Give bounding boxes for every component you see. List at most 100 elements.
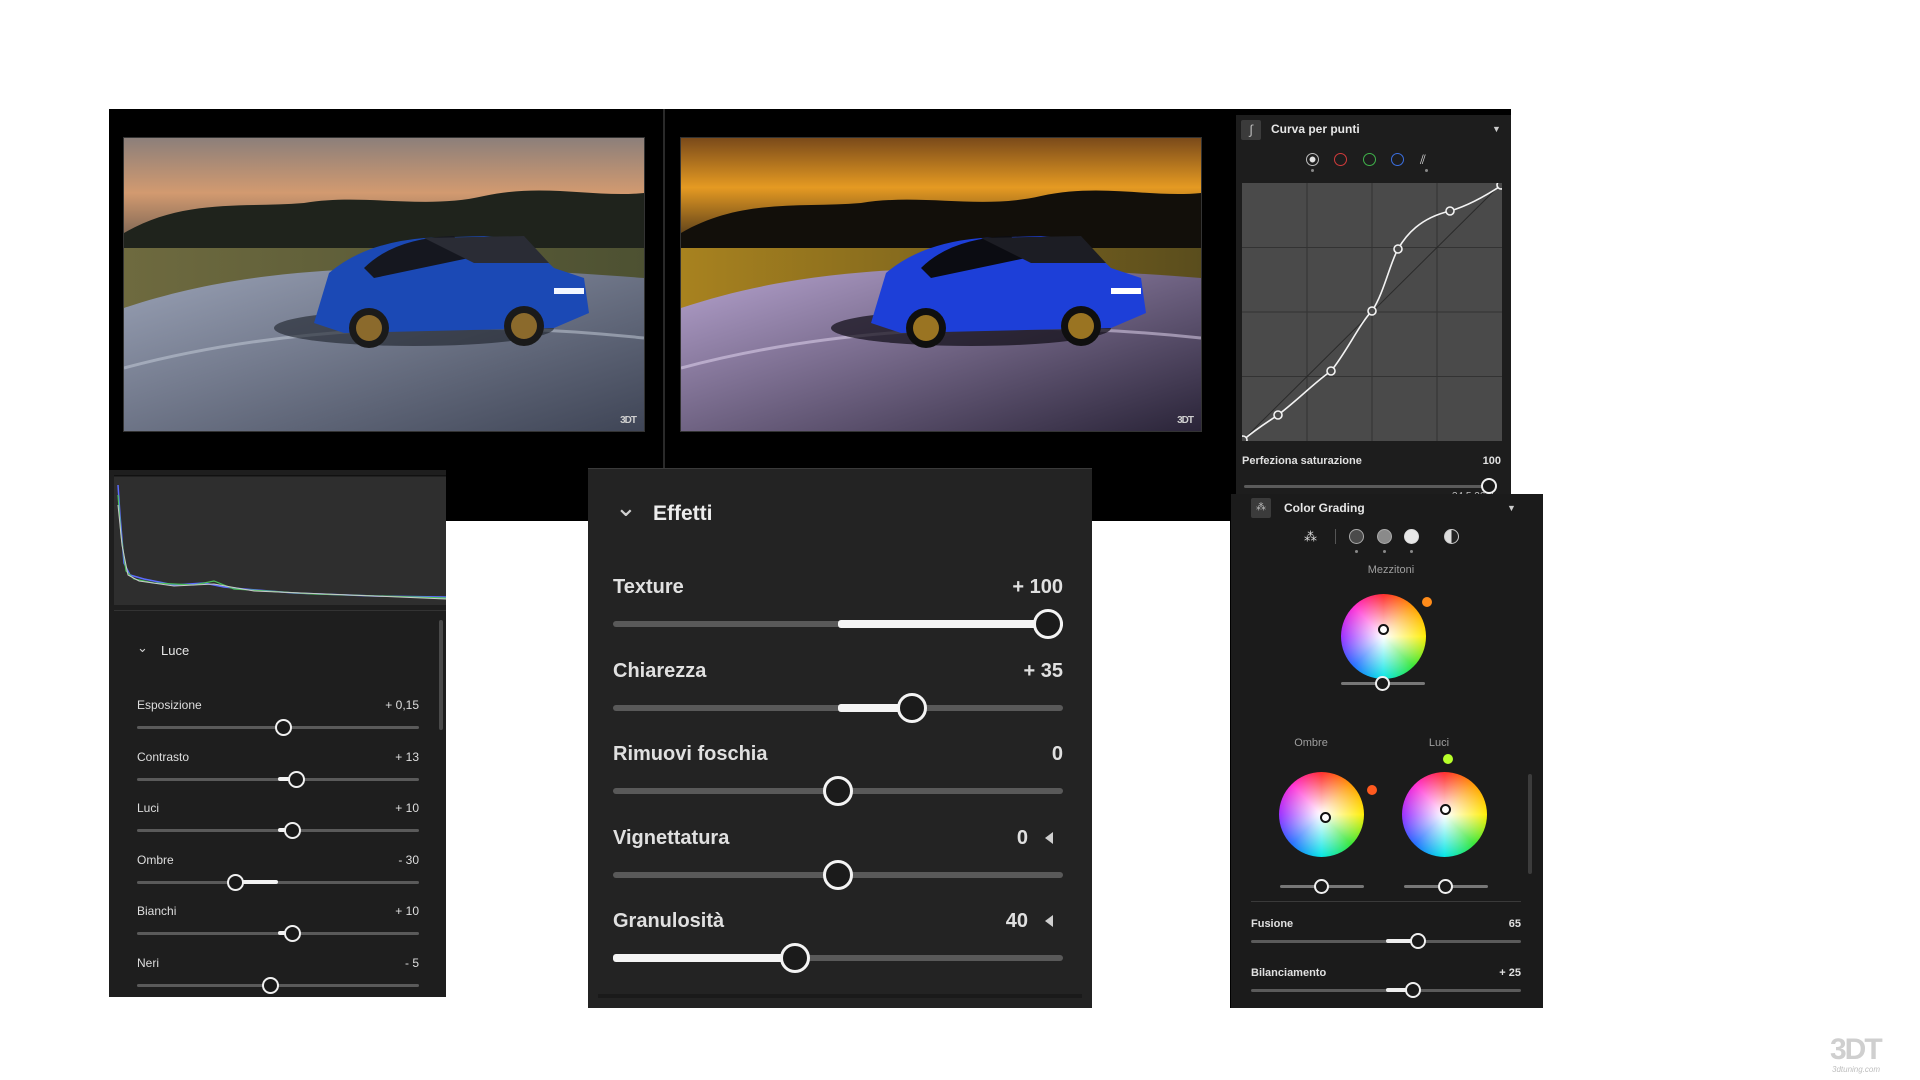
slider-value[interactable]: + 10: [395, 801, 419, 815]
slider-knob[interactable]: [1438, 879, 1453, 894]
slider-label: Granulosità: [613, 910, 725, 932]
effects-panel: ⌄ Effetti Texture + 100 Chiarezza + 35 Rimuo…: [588, 468, 1092, 1008]
after-photo: 3DT: [680, 137, 1202, 432]
indicator-dot: [1383, 550, 1386, 553]
slider-knob[interactable]: [1410, 933, 1427, 949]
slider-knob[interactable]: [1033, 609, 1063, 639]
channel-red[interactable]: [1334, 153, 1347, 166]
indicator-dot: [1355, 550, 1358, 553]
light-slider-row: Luci + 10: [137, 801, 419, 851]
scrollbar[interactable]: [439, 620, 443, 730]
slider-knob[interactable]: [262, 976, 280, 994]
slider-knob[interactable]: [823, 859, 853, 890]
slider-knob[interactable]: [275, 719, 293, 736]
slider-value[interactable]: 0: [1017, 827, 1028, 850]
midtones-color-wheel[interactable]: [1341, 594, 1426, 679]
curve-icon[interactable]: ∫: [1241, 120, 1261, 140]
midtones-hue-indicator[interactable]: [1422, 597, 1432, 607]
highlights-hue-indicator[interactable]: [1443, 754, 1453, 764]
collapse-arrow-icon[interactable]: [1045, 915, 1053, 927]
shadows-hue-indicator[interactable]: [1367, 785, 1377, 795]
effects-section-title[interactable]: Effetti: [653, 502, 713, 526]
slider-knob[interactable]: [283, 925, 301, 942]
slider-knob[interactable]: [897, 692, 928, 723]
effects-slider-row: Rimuovi foschia 0: [613, 743, 1063, 823]
slider-track[interactable]: [137, 880, 419, 884]
brand-watermark: 3DT 3dtuning.com: [1830, 1033, 1910, 1074]
selected-indicator: [1425, 169, 1428, 172]
color-grading-title: Color Grading: [1284, 501, 1365, 515]
wheel-handle[interactable]: [1440, 804, 1451, 815]
blending-slider-row: Fusione 65: [1251, 918, 1521, 958]
effects-slider-row: Texture + 100: [613, 576, 1063, 656]
midtones-luminance-slider[interactable]: [1341, 676, 1425, 691]
slider-knob[interactable]: [780, 943, 811, 973]
wheel-handle[interactable]: [1320, 812, 1331, 823]
point-curve-header[interactable]: ∫ Curva per punti ▼: [1236, 115, 1511, 143]
divider: [114, 610, 446, 611]
channel-green[interactable]: [1363, 153, 1376, 166]
panel-bottom-edge: [598, 994, 1082, 998]
blending-value[interactable]: 65: [1509, 918, 1521, 930]
slider-knob[interactable]: [283, 822, 301, 839]
point-curve-body: ∫ Curva per punti ▼ ⫽ Perfeziona saturaz…: [1236, 115, 1511, 521]
color-grading-icon[interactable]: ⁂: [1251, 498, 1271, 518]
curve-graph[interactable]: 34,5 26,3: [1242, 183, 1502, 502]
light-section-title[interactable]: Luce: [161, 643, 189, 658]
shadows-view-button[interactable]: [1349, 529, 1364, 544]
slider-knob[interactable]: [1405, 982, 1421, 998]
refine-saturation-slider[interactable]: [1244, 478, 1497, 494]
parametric-curve-icon[interactable]: ⫽: [1420, 153, 1433, 166]
slider-fill: [838, 620, 1063, 628]
slider-label: Esposizione: [137, 698, 202, 712]
global-view-button[interactable]: [1444, 529, 1459, 544]
scrollbar[interactable]: [1528, 774, 1532, 874]
slider-value[interactable]: + 35: [1024, 660, 1063, 683]
light-slider-row: Contrasto + 13: [137, 750, 419, 800]
channel-rgb[interactable]: [1306, 153, 1319, 166]
wheel-handle[interactable]: [1378, 624, 1389, 635]
brand-url: 3dtuning.com: [1832, 1065, 1881, 1074]
highlights-view-button[interactable]: [1404, 529, 1419, 544]
slider-value[interactable]: 0: [1052, 743, 1063, 766]
slider-knob[interactable]: [1375, 676, 1390, 691]
shadows-luminance-slider[interactable]: [1280, 879, 1364, 894]
brand-logo: 3DT: [1830, 1033, 1883, 1066]
slider-value[interactable]: - 5: [405, 956, 419, 970]
slider-value[interactable]: + 13: [395, 750, 419, 764]
divider: [1251, 901, 1521, 902]
slider-knob[interactable]: [1481, 478, 1497, 494]
highlights-luminance-slider[interactable]: [1404, 879, 1488, 894]
chevron-down-icon[interactable]: ▼: [1507, 503, 1516, 513]
balance-value[interactable]: + 25: [1499, 967, 1521, 979]
highlights-color-wheel[interactable]: [1402, 772, 1487, 857]
shadows-color-wheel[interactable]: [1279, 772, 1364, 857]
effects-slider-row: Granulosità 40: [613, 910, 1063, 990]
slider-knob[interactable]: [227, 873, 245, 891]
slider-label: Neri: [137, 955, 160, 970]
photo-watermark: 3DT: [620, 415, 637, 426]
chevron-down-icon[interactable]: ⌄: [137, 640, 148, 656]
slider-value[interactable]: 40: [1006, 910, 1028, 933]
collapse-arrow-icon[interactable]: [1045, 831, 1053, 844]
midtones-label: Mezzitoni: [1367, 564, 1415, 576]
slider-value[interactable]: + 0,15: [385, 698, 419, 712]
refine-saturation-value[interactable]: 100: [1483, 455, 1501, 467]
slider-label: Vignettatura: [613, 826, 730, 849]
refine-saturation-label: Perfeziona saturazione: [1242, 455, 1362, 467]
chevron-down-icon[interactable]: ▼: [1492, 124, 1501, 134]
slider-value[interactable]: + 10: [395, 904, 419, 918]
light-slider-row: Ombre - 30: [137, 853, 419, 903]
channel-blue[interactable]: [1391, 153, 1404, 166]
light-panel: ⌄ Luce Esposizione + 0,15 Contrasto + 13 Luc…: [109, 470, 446, 997]
slider-value[interactable]: - 30: [398, 853, 419, 867]
slider-knob[interactable]: [1314, 879, 1329, 894]
divider: [588, 468, 1092, 469]
chevron-down-icon[interactable]: ⌄: [615, 492, 637, 523]
slider-knob[interactable]: [823, 776, 853, 806]
midtones-view-button[interactable]: [1377, 529, 1392, 544]
slider-knob[interactable]: [287, 770, 305, 788]
slider-value[interactable]: + 100: [1012, 576, 1063, 599]
divider: [1335, 529, 1336, 544]
three-way-view-icon[interactable]: ⁂: [1303, 529, 1318, 544]
